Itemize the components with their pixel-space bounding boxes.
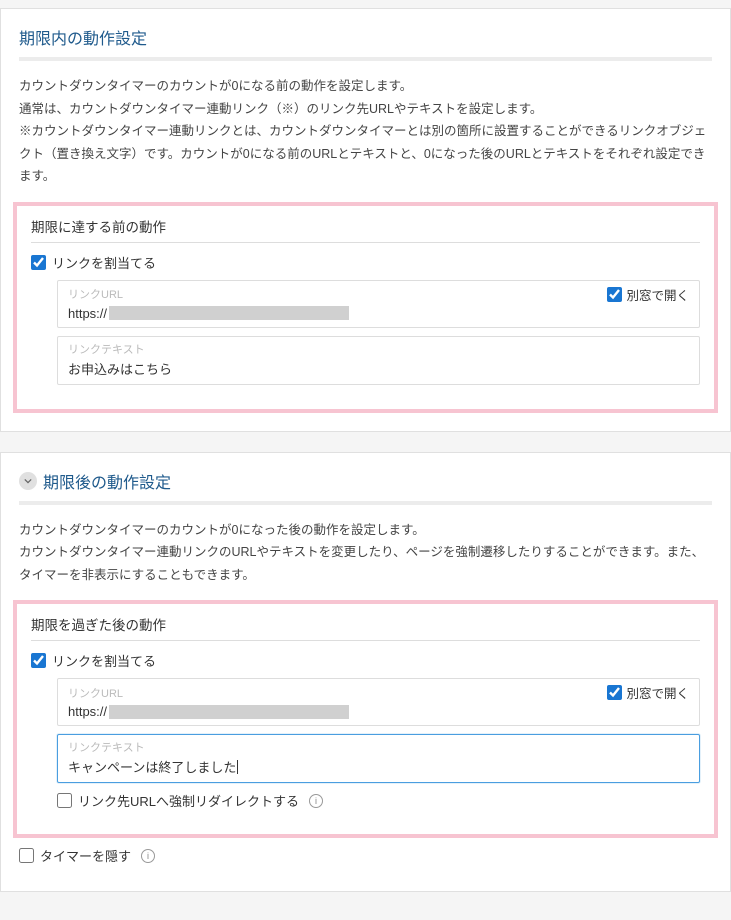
assign-link-row: リンクを割当てる (31, 253, 700, 272)
link-url-label: リンクURL (68, 286, 123, 302)
info-icon[interactable]: i (141, 849, 155, 863)
new-window-row: 別窓で開く (607, 285, 689, 304)
desc-line: カウントダウンタイマー連動リンクのURLやテキストを変更したり、ページを強制遷移… (19, 541, 712, 586)
link-text-field[interactable]: リンクテキスト お申込みはこちら (57, 336, 700, 385)
assign-link-row: リンクを割当てる (31, 651, 700, 670)
link-url-field[interactable]: リンクURL 別窓で開く https:// (57, 280, 700, 328)
hide-timer-label: タイマーを隠す (40, 846, 131, 865)
link-text-field[interactable]: リンクテキスト キャンペーンは終了しました (57, 734, 700, 783)
force-redirect-label: リンク先URLへ強制リダイレクトする (78, 791, 299, 810)
new-window-label: 別窓で開く (626, 683, 689, 702)
link-text-value: キャンペーンは終了しました (68, 757, 689, 776)
new-window-label: 別窓で開く (626, 285, 689, 304)
masked-url (109, 705, 349, 719)
link-url-label: リンクURL (68, 685, 123, 701)
panel-title: 期限内の動作設定 (19, 25, 712, 49)
force-redirect-row: リンク先URLへ強制リダイレクトする i (57, 791, 700, 810)
assign-link-label: リンクを割当てる (52, 651, 156, 670)
new-window-checkbox[interactable] (607, 287, 622, 302)
panel-after-period: 期限後の動作設定 カウントダウンタイマーのカウントが0になった後の動作を設定しま… (0, 452, 731, 893)
highlight-before-deadline: 期限に達する前の動作 リンクを割当てる リンクURL 別窓で開く https: (13, 202, 718, 413)
panel-title[interactable]: 期限後の動作設定 (19, 469, 712, 493)
desc-line: カウントダウンタイマーのカウントが0になった後の動作を設定します。 (19, 519, 712, 542)
link-url-value: https:// (68, 306, 689, 321)
assign-link-checkbox[interactable] (31, 653, 46, 668)
link-text-value: お申込みはこちら (68, 359, 689, 378)
link-text-label: リンクテキスト (68, 341, 689, 357)
info-icon[interactable]: i (309, 794, 323, 808)
divider (19, 501, 712, 505)
panel-title-text: 期限後の動作設定 (43, 469, 171, 493)
link-url-field[interactable]: リンクURL 別窓で開く https:// (57, 678, 700, 726)
new-window-checkbox[interactable] (607, 685, 622, 700)
sub-section-title: 期限を過ぎた後の動作 (31, 614, 700, 641)
panel-in-period: 期限内の動作設定 カウントダウンタイマーのカウントが0になる前の動作を設定します… (0, 8, 731, 432)
divider (19, 57, 712, 61)
highlight-after-deadline: 期限を過ぎた後の動作 リンクを割当てる リンクURL 別窓で開く https: (13, 600, 718, 838)
assign-link-label: リンクを割当てる (52, 253, 156, 272)
link-url-value: https:// (68, 704, 689, 719)
panel-title-text: 期限内の動作設定 (19, 25, 147, 49)
chevron-down-icon (19, 472, 37, 490)
hide-timer-row: タイマーを隠す i (19, 846, 712, 865)
force-redirect-checkbox[interactable] (57, 793, 72, 808)
panel-description: カウントダウンタイマーのカウントが0になった後の動作を設定します。 カウントダウ… (19, 519, 712, 587)
desc-line: 通常は、カウントダウンタイマー連動リンク（※）のリンク先URLやテキストを設定し… (19, 98, 712, 121)
assign-link-checkbox[interactable] (31, 255, 46, 270)
masked-url (109, 306, 349, 320)
desc-line: ※カウントダウンタイマー連動リンクとは、カウントダウンタイマーとは別の箇所に設置… (19, 120, 712, 188)
panel-description: カウントダウンタイマーのカウントが0になる前の動作を設定します。 通常は、カウン… (19, 75, 712, 188)
sub-section-title: 期限に達する前の動作 (31, 216, 700, 243)
desc-line: カウントダウンタイマーのカウントが0になる前の動作を設定します。 (19, 75, 712, 98)
hide-timer-checkbox[interactable] (19, 848, 34, 863)
new-window-row: 別窓で開く (607, 683, 689, 702)
link-text-label: リンクテキスト (68, 739, 689, 755)
